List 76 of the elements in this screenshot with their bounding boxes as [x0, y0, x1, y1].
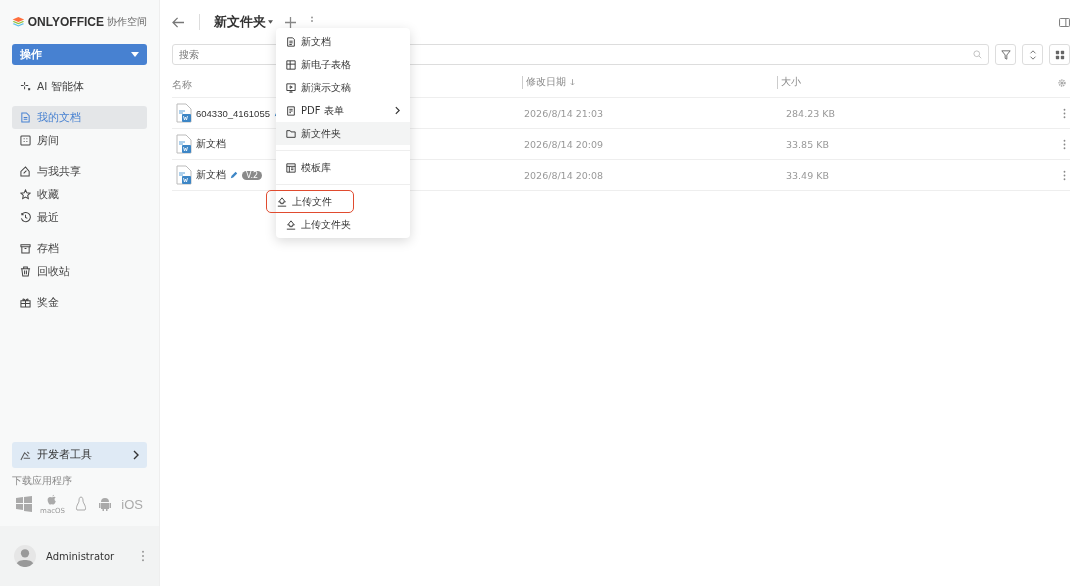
doc-icon: [20, 112, 31, 123]
column-header[interactable]: 大小: [777, 76, 1058, 89]
more-icon[interactable]: [141, 550, 145, 562]
windows-icon[interactable]: [16, 496, 32, 512]
archive-icon: [20, 243, 31, 254]
folder-icon: [286, 128, 296, 139]
column-header[interactable]: 名称: [172, 79, 192, 90]
upload-icon: [277, 196, 287, 207]
developer-tools-button[interactable]: 开发者工具: [12, 442, 147, 468]
gift-icon: [20, 297, 31, 308]
menu-item[interactable]: 新文件夹: [276, 122, 410, 145]
sort-arrow-icon: [570, 79, 575, 86]
product-name: 协作空间: [107, 15, 147, 29]
more-icon[interactable]: [1063, 107, 1066, 119]
table-cell-text: 2026/8/14 20:08: [523, 169, 605, 181]
android-icon[interactable]: [97, 496, 114, 512]
menu-item[interactable]: 新演示文稿: [276, 76, 410, 99]
caret-icon[interactable]: [268, 20, 273, 24]
file-name[interactable]: 新文档: [196, 168, 226, 182]
grid-icon: [1054, 49, 1065, 60]
file-name[interactable]: 604330_4161055: [196, 107, 270, 119]
sort-icon: [1027, 49, 1038, 60]
menu-item[interactable]: PDF 表单: [276, 99, 410, 122]
chevron-right-icon: [395, 106, 400, 115]
sort-button[interactable]: [1022, 44, 1043, 65]
folder-title[interactable]: 新文件夹: [214, 13, 266, 31]
sidebar-item[interactable]: 收藏: [12, 183, 147, 206]
more-icon[interactable]: [1063, 138, 1066, 150]
plus-icon[interactable]: [285, 16, 296, 28]
rooms-icon: [20, 135, 31, 146]
menu-item[interactable]: 上传文件: [266, 190, 354, 213]
ai-icon: [20, 81, 31, 92]
template-icon: [286, 162, 296, 173]
download-apps-title: 下载应用程序: [12, 474, 73, 488]
user-name: Administrator: [46, 550, 116, 562]
upload-icon: [286, 219, 296, 230]
table-cell-text: 33.85 KB: [786, 138, 830, 150]
form-icon: [286, 105, 296, 116]
tools-icon: [20, 449, 31, 461]
chevron-right-icon: [133, 450, 139, 460]
back-arrow-icon[interactable]: [172, 16, 185, 28]
sidebar-item[interactable]: 最近: [12, 206, 147, 229]
menu-item[interactable]: 上传文件夹: [276, 213, 410, 236]
panel-toggle-icon[interactable]: [1059, 17, 1070, 27]
caret-icon: [131, 52, 139, 57]
settings-icon[interactable]: [1058, 78, 1066, 87]
sidebar-item[interactable]: 回收站: [12, 260, 147, 283]
sidebar-item[interactable]: AI 智能体: [12, 75, 147, 98]
logo-text: ONLYOFFICE: [27, 15, 104, 29]
column-header[interactable]: 修改日期: [522, 76, 566, 89]
more-icon[interactable]: [1063, 169, 1066, 181]
search-icon[interactable]: [973, 50, 982, 59]
sidebar-item[interactable]: 房间: [12, 129, 147, 152]
table-cell-text: 33.49 KB: [786, 169, 830, 181]
document-file-icon: [176, 134, 192, 154]
star-icon: [20, 189, 31, 200]
avatar-icon: [14, 545, 36, 567]
view-toggle-button[interactable]: [1049, 44, 1070, 65]
table-cell-text: 2026/8/14 20:09: [523, 138, 605, 150]
filter-button[interactable]: [995, 44, 1016, 65]
document-file-icon: [176, 165, 192, 185]
sidebar-item[interactable]: 与我共享: [12, 160, 147, 183]
menu-item[interactable]: 模板库: [276, 156, 410, 179]
trash-icon: [20, 266, 31, 277]
table-cell-text: 284.23 KB: [786, 107, 836, 119]
slides-icon: [286, 82, 296, 93]
sidebar-item[interactable]: 奖金: [12, 291, 147, 314]
recent-icon: [20, 212, 31, 223]
actions-button[interactable]: 操作: [12, 44, 147, 65]
file-name[interactable]: 新文档: [196, 137, 226, 151]
sheet-icon: [286, 59, 296, 70]
doc-icon: [286, 36, 296, 47]
sidebar-item[interactable]: 存档: [12, 237, 147, 260]
table-cell-text: 2026/8/14 21:03: [523, 107, 605, 119]
funnel-icon: [1000, 49, 1011, 60]
document-file-icon: [176, 103, 192, 123]
